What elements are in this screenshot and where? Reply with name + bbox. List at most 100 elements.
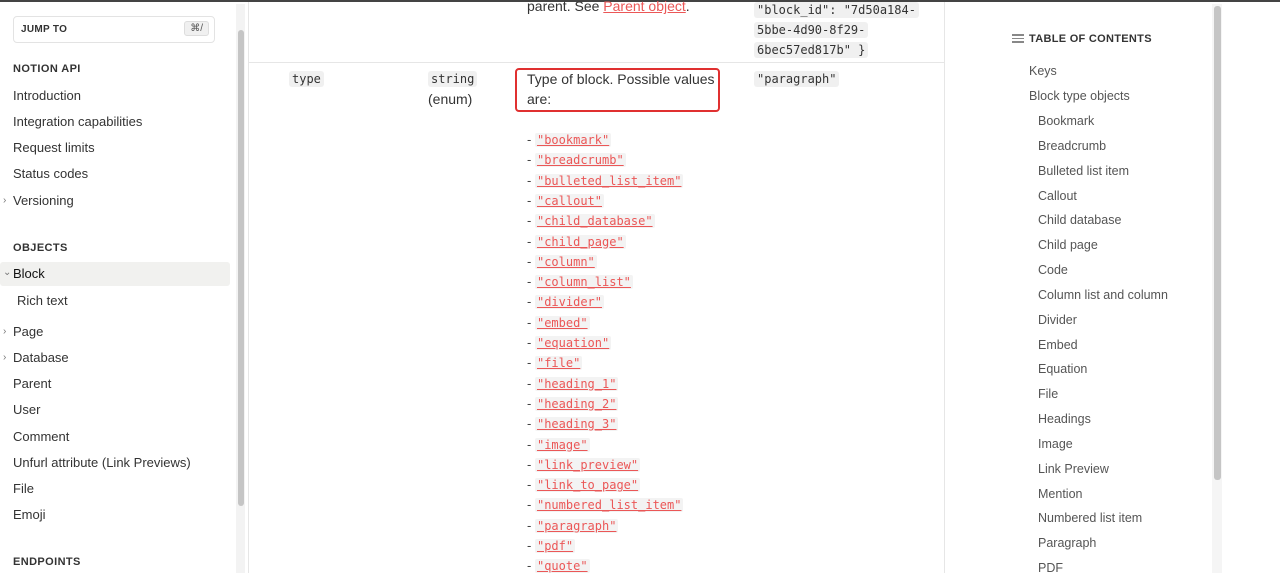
sidebar-item-label: Block [13, 266, 45, 281]
table-row-divider [249, 62, 944, 63]
toc-item-callout[interactable]: Callout [1038, 189, 1077, 203]
enum-value-link[interactable]: "bookmark" [534, 133, 612, 147]
sidebar-item-unfurl-attribute[interactable]: Unfurl attribute (Link Previews) [13, 455, 191, 470]
prev-row-example: "block_id": "7d50a184- 5bbe-4d90-8f29- 6… [754, 0, 924, 60]
enum-value-item: - "bookmark" [527, 132, 612, 147]
left-sidebar: JUMP TO ⌘/ NOTION API Introduction Integ… [0, 2, 234, 573]
enum-value-item: - "link_preview" [527, 457, 641, 472]
toc-item-keys[interactable]: Keys [1029, 64, 1057, 78]
toc-item-headings[interactable]: Headings [1038, 412, 1091, 426]
toc-item-block-type-objects[interactable]: Block type objects [1029, 89, 1130, 103]
enum-value-item: - "heading_1" [527, 376, 619, 391]
keyboard-shortcut-badge: ⌘/ [184, 21, 209, 36]
enum-value-link[interactable]: "bulleted_list_item" [534, 173, 684, 188]
sidebar-item-versioning[interactable]: Versioning [13, 193, 74, 208]
example-value: "paragraph" [754, 71, 840, 87]
sidebar-item-rich-text[interactable]: Rich text [17, 293, 68, 308]
highlight-box [515, 68, 720, 112]
parent-object-link[interactable]: Parent object [603, 0, 686, 14]
chevron-right-icon[interactable]: › [3, 195, 6, 206]
enum-value-item: - "callout" [527, 193, 604, 208]
enum-value-item: - "embed" [527, 315, 590, 330]
toc-item-breadcrumb[interactable]: Breadcrumb [1038, 139, 1106, 153]
sidebar-item-request-limits[interactable]: Request limits [13, 140, 95, 155]
list-icon [1012, 34, 1024, 44]
toc-item-file[interactable]: File [1038, 387, 1058, 401]
enum-value-link[interactable]: "column" [534, 254, 597, 269]
enum-value-link[interactable]: "equation" [534, 336, 612, 350]
sidebar-item-comment[interactable]: Comment [13, 429, 69, 444]
enum-value-link[interactable]: "pdf" [534, 539, 576, 553]
section-title-endpoints: ENDPOINTS [13, 556, 81, 568]
enum-value-item: - "breadcrumb" [527, 152, 626, 168]
enum-value-link[interactable]: "image" [534, 437, 590, 452]
jump-to-button[interactable]: JUMP TO ⌘/ [13, 16, 215, 43]
toc-item-bulleted-list-item[interactable]: Bulleted list item [1038, 164, 1129, 178]
enum-value-link[interactable]: "column_list" [534, 275, 633, 290]
toc-item-bookmark[interactable]: Bookmark [1038, 114, 1094, 128]
enum-value-item: - "heading_2" [527, 396, 619, 411]
enum-value-item: - "file" [527, 355, 583, 371]
section-title-notion-api: NOTION API [13, 63, 81, 75]
enum-value-item: - "child_database" [527, 213, 655, 229]
enum-value-item: - "divider" [527, 294, 604, 310]
enum-value-link[interactable]: "heading_1" [534, 376, 619, 391]
sidebar-item-emoji[interactable]: Emoji [13, 507, 46, 522]
prev-desc-prefix: parent. See [527, 0, 604, 14]
enum-value-item: - "pdf" [527, 538, 576, 553]
enum-value-link[interactable]: "link_preview" [534, 457, 641, 472]
sidebar-item-user[interactable]: User [13, 402, 40, 417]
sidebar-item-block[interactable]: ⌄ Block [0, 262, 230, 286]
toc-item-equation[interactable]: Equation [1038, 362, 1087, 376]
toc-item-column-list-and-column[interactable]: Column list and column [1038, 288, 1168, 302]
property-name-code: type [289, 71, 324, 87]
enum-value-item: - "link_to_page" [527, 477, 641, 493]
enum-value-link[interactable]: "paragraph" [534, 518, 619, 533]
toc-item-child-database[interactable]: Child database [1038, 213, 1121, 227]
enum-value-link[interactable]: "heading_2" [534, 396, 619, 411]
chevron-right-icon[interactable]: › [3, 352, 6, 363]
type-suffix: (enum) [428, 91, 473, 107]
toc-item-code[interactable]: Code [1038, 263, 1068, 277]
type-code: string [428, 71, 478, 87]
toc-item-link-preview[interactable]: Link Preview [1038, 462, 1109, 476]
toc-title: TABLE OF CONTENTS [1029, 33, 1152, 45]
enum-value-link[interactable]: "divider" [534, 295, 604, 310]
enum-value-item: - "child_page" [527, 234, 626, 249]
toc-item-numbered-list-item[interactable]: Numbered list item [1038, 511, 1142, 525]
enum-value-link[interactable]: "breadcrumb" [534, 153, 626, 168]
enum-value-link[interactable]: "link_to_page" [534, 478, 641, 493]
enum-value-link[interactable]: "embed" [534, 315, 590, 330]
enum-value-link[interactable]: "file" [534, 356, 583, 371]
sidebar-item-introduction[interactable]: Introduction [13, 88, 81, 103]
enum-value-link[interactable]: "child_page" [534, 234, 626, 249]
sidebar-scrollbar-thumb[interactable] [238, 30, 244, 506]
main-content: parent. See Parent object. "block_id": "… [248, 0, 945, 574]
section-title-objects: OBJECTS [13, 242, 68, 254]
sidebar-item-page[interactable]: Page [13, 324, 43, 339]
enum-value-link[interactable]: "numbered_list_item" [534, 498, 684, 513]
prev-row-description: parent. See Parent object. [527, 0, 690, 14]
page-scrollbar-thumb[interactable] [1214, 6, 1221, 480]
toc-item-paragraph[interactable]: Paragraph [1038, 536, 1096, 550]
enum-value-item: - "quote" [527, 558, 590, 574]
chevron-right-icon[interactable]: › [3, 326, 6, 337]
chevron-down-icon[interactable]: ⌄ [3, 267, 11, 278]
toc-item-mention[interactable]: Mention [1038, 487, 1082, 501]
enum-value-link[interactable]: "callout" [534, 193, 604, 208]
toc-item-image[interactable]: Image [1038, 437, 1073, 451]
enum-value-link[interactable]: "heading_3" [534, 417, 619, 432]
sidebar-item-database[interactable]: Database [13, 350, 69, 365]
enum-value-item: - "paragraph" [527, 518, 619, 533]
toc-item-child-page[interactable]: Child page [1038, 238, 1098, 252]
enum-value-item: - "heading_3" [527, 416, 619, 432]
sidebar-item-parent[interactable]: Parent [13, 376, 51, 391]
enum-value-link[interactable]: "child_database" [534, 214, 655, 229]
sidebar-item-file[interactable]: File [13, 481, 34, 496]
enum-value-item: - "numbered_list_item" [527, 497, 684, 513]
toc-item-embed[interactable]: Embed [1038, 338, 1078, 352]
sidebar-item-integration-capabilities[interactable]: Integration capabilities [13, 114, 142, 129]
toc-item-divider[interactable]: Divider [1038, 313, 1077, 327]
enum-value-link[interactable]: "quote" [534, 559, 590, 574]
sidebar-item-status-codes[interactable]: Status codes [13, 166, 88, 181]
